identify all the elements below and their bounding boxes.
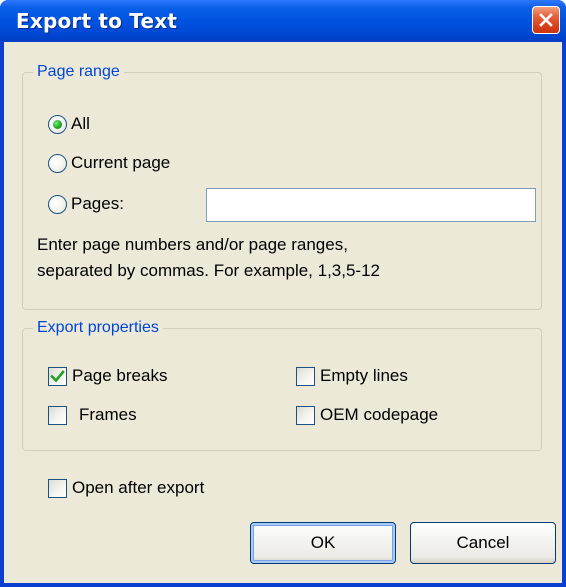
frames-checkbox[interactable] <box>48 405 67 425</box>
pages-input[interactable] <box>206 188 536 222</box>
cancel-button[interactable]: Cancel <box>410 522 556 564</box>
help-text-line-2: separated by commas. For example, 1,3,5-… <box>37 261 380 280</box>
page-range-help-text: Enter page numbers and/or page ranges, s… <box>37 232 380 284</box>
radio-current-page-label: Current page <box>71 153 171 172</box>
page-breaks-row[interactable]: Page breaks <box>48 366 167 386</box>
page-breaks-label: Page breaks <box>72 366 168 385</box>
radio-dot-icon <box>53 119 62 129</box>
checkmark-icon <box>50 369 65 382</box>
ok-button[interactable]: OK <box>250 522 396 564</box>
open-after-export-label: Open after export <box>72 478 205 497</box>
radio-pages-label: Pages: <box>71 194 124 213</box>
empty-lines-checkbox[interactable] <box>296 366 315 386</box>
title-bar[interactable]: Export to Text <box>0 0 566 42</box>
radio-all-label: All <box>71 114 90 133</box>
oem-codepage-row[interactable]: OEM codepage <box>296 405 438 425</box>
radio-pages[interactable] <box>48 194 67 214</box>
open-after-export-row[interactable]: Open after export <box>48 478 204 498</box>
close-icon <box>539 13 553 27</box>
page-breaks-checkbox[interactable] <box>48 366 67 386</box>
radio-all-row[interactable]: All <box>48 114 90 134</box>
radio-current-page[interactable] <box>48 153 67 173</box>
export-dialog-window: Export to Text Page range All Current pa… <box>0 0 566 587</box>
empty-lines-row[interactable]: Empty lines <box>296 366 408 386</box>
help-text-line-1: Enter page numbers and/or page ranges, <box>37 235 348 254</box>
frames-label: Frames <box>79 405 137 424</box>
dialog-title: Export to Text <box>16 9 178 33</box>
export-properties-group: Export properties <box>22 317 542 451</box>
radio-current-page-row[interactable]: Current page <box>48 153 170 173</box>
empty-lines-label: Empty lines <box>320 366 408 385</box>
oem-codepage-label: OEM codepage <box>320 405 439 424</box>
page-range-legend: Page range <box>33 61 124 83</box>
radio-pages-row[interactable]: Pages: <box>48 194 124 214</box>
oem-codepage-checkbox[interactable] <box>296 405 315 425</box>
export-properties-legend: Export properties <box>33 317 163 339</box>
frames-row[interactable]: Frames <box>48 405 137 425</box>
open-after-export-checkbox[interactable] <box>48 478 67 498</box>
close-button[interactable] <box>532 6 560 34</box>
radio-all[interactable] <box>48 114 67 134</box>
dialog-client-area: Page range All Current page Pages: Enter… <box>4 42 562 583</box>
